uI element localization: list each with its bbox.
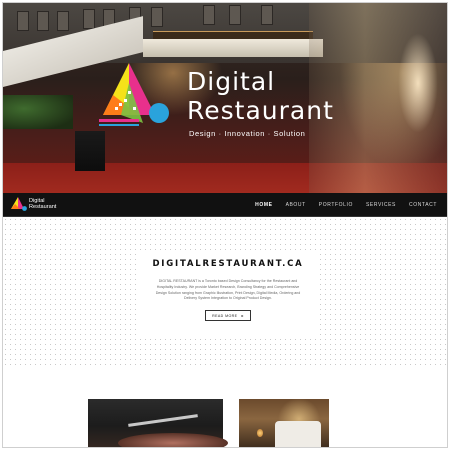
hero-table [75, 131, 105, 171]
hero-tagline: Design · Innovation · Solution [189, 129, 306, 138]
hero-banner: Digital Restaurant Design · Innovation ·… [3, 3, 447, 193]
digital-restaurant-logo-icon [99, 63, 169, 126]
hero-window [229, 5, 241, 25]
hero-title-line2: Restaurant [187, 96, 334, 125]
read-more-button[interactable]: READ MORE ▸ [205, 310, 251, 322]
dining-candle [257, 429, 263, 437]
portfolio-image-dish[interactable] [88, 399, 228, 447]
nav-item-about[interactable]: ABOUT [286, 202, 306, 208]
hero-window [37, 11, 49, 31]
read-more-label: READ MORE [212, 314, 238, 319]
intro-card: DIGITALRESTAURANT.CA DIGITAL RESTAURANT … [139, 251, 317, 337]
main-navbar: Digital Restaurant HOME ABOUT PORTFOLIO … [3, 193, 447, 217]
hero-window [83, 9, 95, 29]
hero-plants [3, 95, 73, 129]
hero-window [151, 7, 163, 27]
nav-item-contact[interactable]: CONTACT [409, 202, 437, 208]
hero-title: Digital Restaurant [187, 67, 334, 125]
hero-heater-flame [398, 33, 438, 133]
intro-card-description: DIGITAL RESTAURANT is a Toronto based De… [155, 279, 301, 301]
nav-item-portfolio[interactable]: PORTFOLIO [319, 202, 353, 208]
page: Digital Restaurant Design · Innovation ·… [2, 2, 448, 448]
hero-title-line1: Digital [187, 67, 276, 96]
nav-brand[interactable]: Digital Restaurant [29, 198, 56, 211]
nav-item-services[interactable]: SERVICES [366, 202, 396, 208]
nav-menu: HOME ABOUT PORTFOLIO SERVICES CONTACT [255, 193, 437, 216]
nav-brand-line2: Restaurant [29, 204, 57, 211]
hero-window [203, 5, 215, 25]
nav-logo-icon[interactable] [11, 197, 27, 212]
dish-fork [128, 414, 198, 427]
portfolio-image-dining-room[interactable] [239, 399, 329, 447]
intro-section: DIGITALRESTAURANT.CA DIGITAL RESTAURANT … [3, 217, 447, 367]
dish-plate [118, 433, 228, 447]
hero-window [17, 11, 29, 31]
intro-card-title: DIGITALRESTAURANT.CA [152, 259, 304, 269]
nav-brand-line1: Digital [29, 198, 45, 204]
hero-window [57, 11, 69, 31]
hero-awning [143, 39, 323, 57]
dining-table [275, 421, 321, 447]
arrow-right-icon: ▸ [241, 313, 244, 319]
hero-window [261, 5, 273, 25]
nav-item-home[interactable]: HOME [255, 202, 272, 208]
